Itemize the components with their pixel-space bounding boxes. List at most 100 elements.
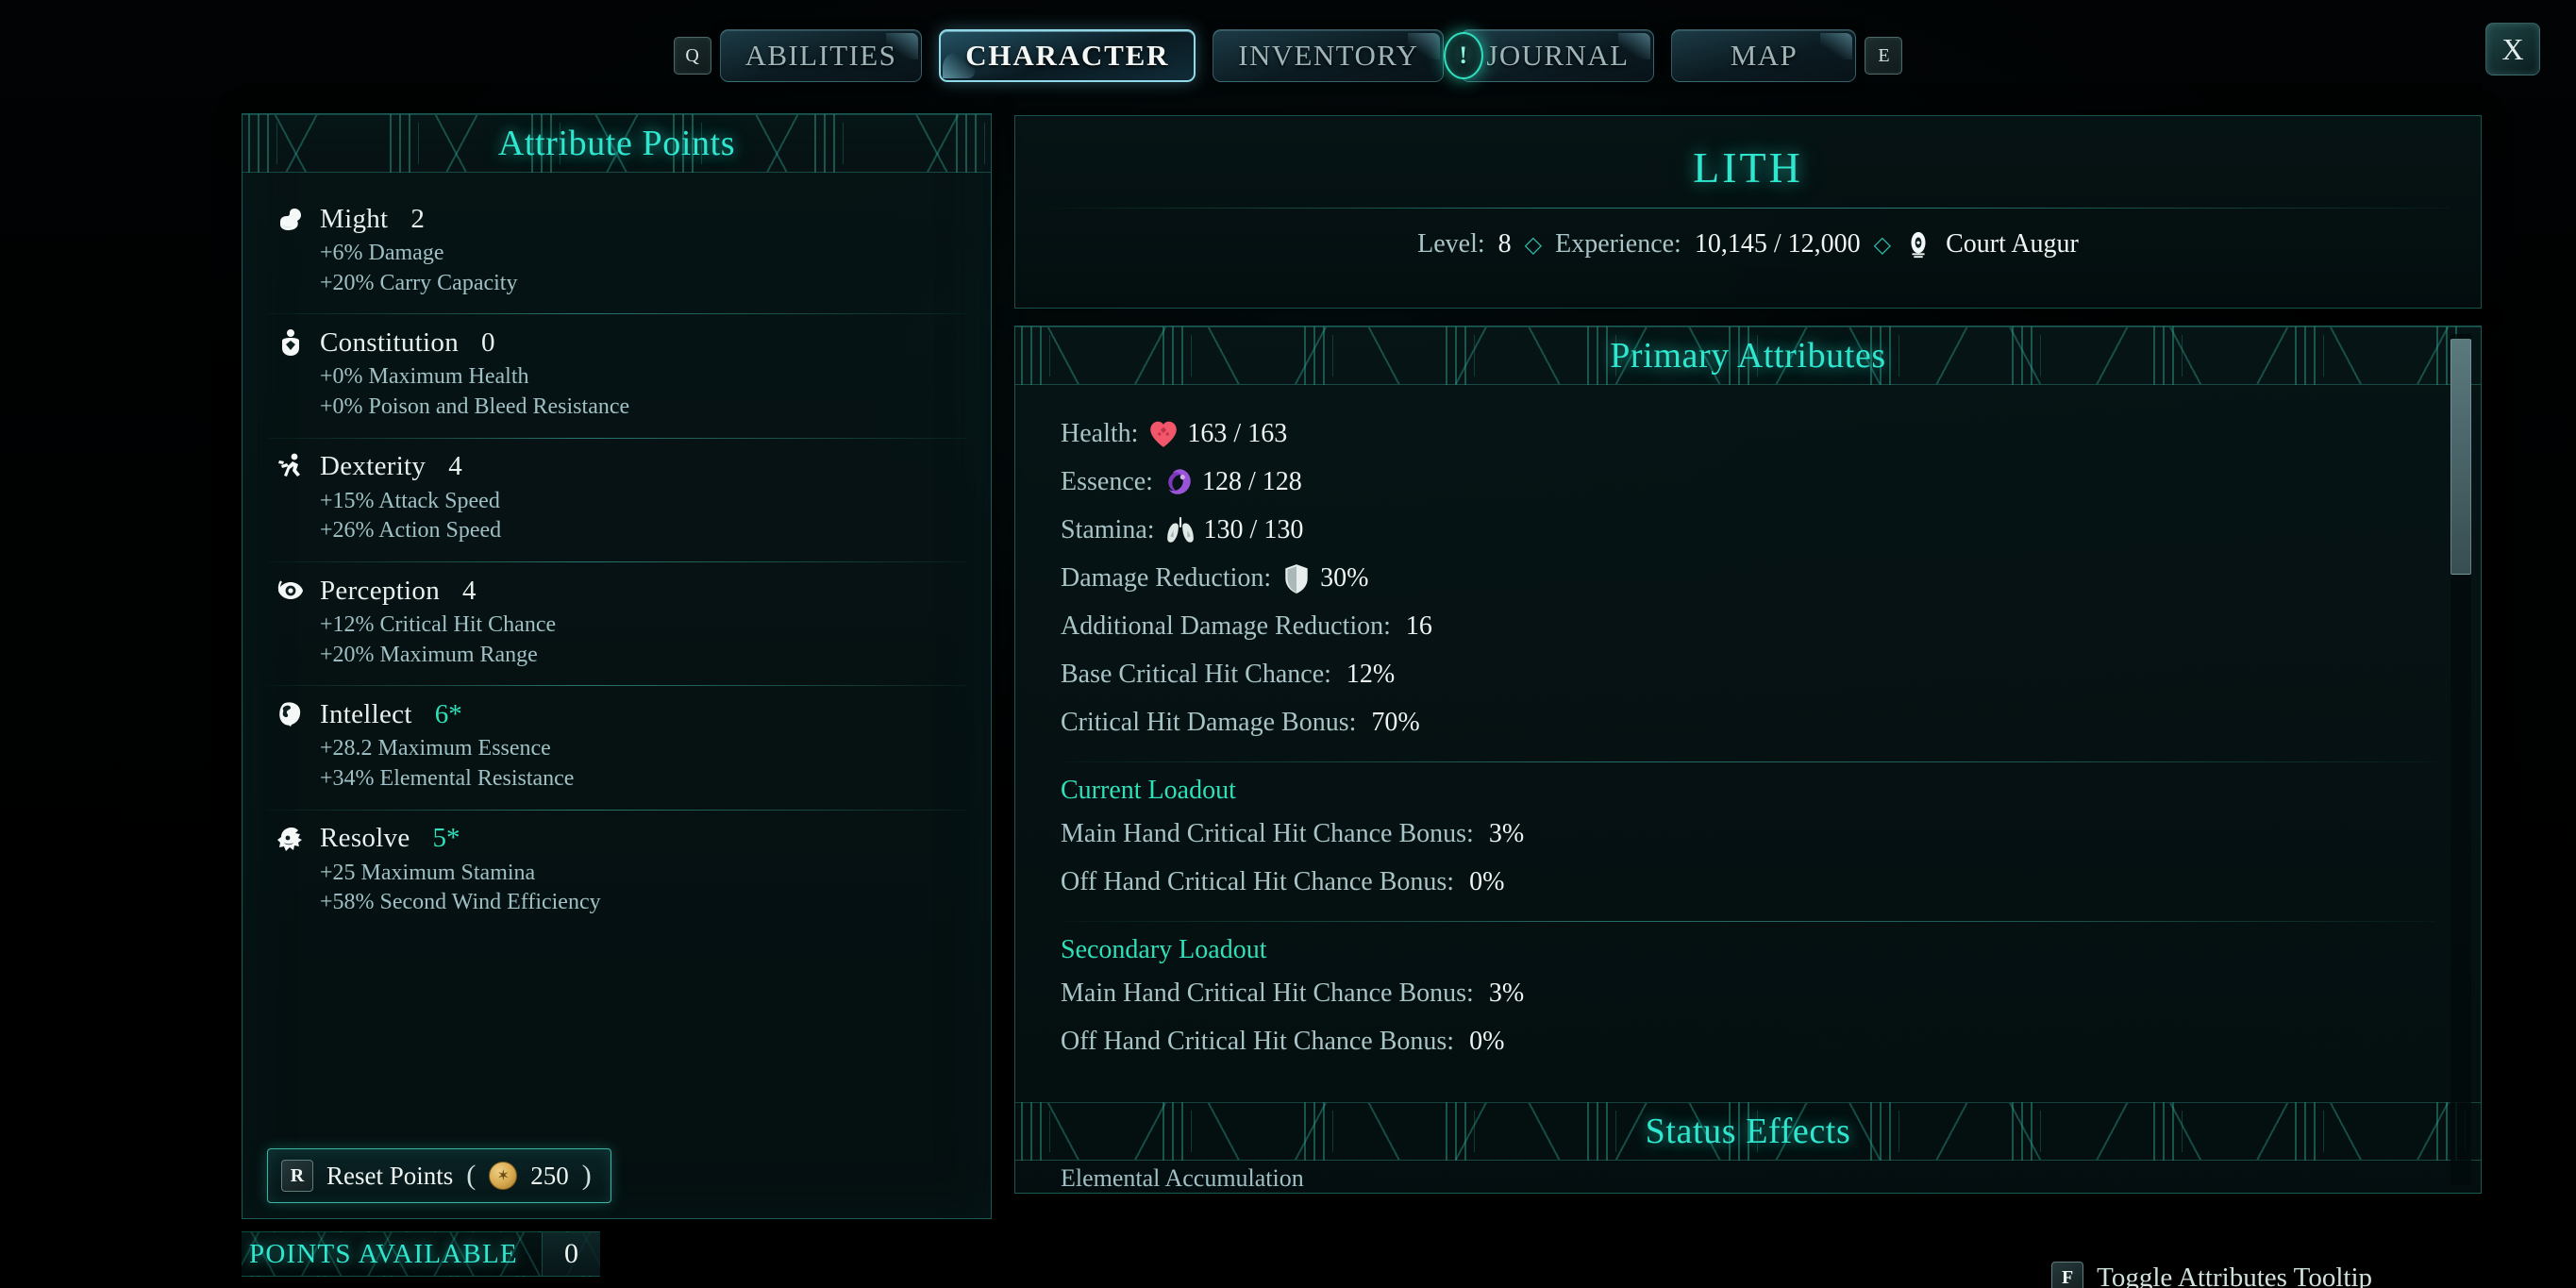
attribute-header: Intellect 6*	[275, 698, 959, 730]
stat-label: Off Hand Critical Hit Chance Bonus:	[1061, 1026, 1455, 1056]
attribute-bonus: +12% Critical Hit Chance	[320, 612, 557, 638]
attribute-value: 0	[481, 326, 495, 358]
attribute-bonus: +0% Maximum Health	[320, 364, 529, 390]
reset-points-button[interactable]: R Reset Points ( ✶ 250 )	[267, 1148, 611, 1203]
running-figure-icon	[275, 451, 307, 483]
attribute-panel-title: Attribute Points	[497, 124, 736, 163]
stat-label: Stamina:	[1061, 514, 1155, 544]
stat-value: 70%	[1371, 707, 1420, 737]
toggle-attributes-tooltip-hint[interactable]: F Toggle Attributes Tooltip	[2051, 1262, 2372, 1288]
diamond-separator-icon: ◇	[1524, 232, 1543, 258]
status-effects-header: Status Effects	[1015, 1102, 2481, 1161]
attribute-bonus: +34% Elemental Resistance	[320, 766, 575, 792]
attribute-row-resolve[interactable]: Resolve 5* +25 Maximum Stamina +58% Seco…	[243, 809, 991, 933]
stat-value: 0%	[1469, 1026, 1505, 1056]
scrollbar-thumb[interactable]	[2451, 339, 2471, 575]
tab-journal-label: JOURNAL	[1486, 39, 1630, 72]
attribute-header: Constitution 0	[275, 326, 959, 359]
attribute-bonus: +0% Poison and Bleed Resistance	[320, 394, 630, 420]
stat-value: 130 / 130	[1203, 514, 1304, 544]
tab-character[interactable]: CHARACTER	[939, 29, 1196, 82]
tab-journal[interactable]: ! JOURNAL	[1444, 29, 1655, 82]
attribute-bonus: +26% Action Speed	[320, 518, 502, 544]
points-available-label: POINTS AVAILABLE	[249, 1238, 518, 1269]
status-effects-clipped-row: Elemental Accumulation	[1061, 1164, 1304, 1192]
attribute-bonus: +25 Maximum Stamina	[320, 860, 536, 885]
attribute-header: Might 2	[275, 203, 959, 235]
stat-row-health: Health: 163 / 163	[1061, 410, 2435, 458]
attribute-name: Intellect	[320, 698, 412, 729]
diamond-separator-icon: ◇	[1873, 232, 1892, 258]
attribute-value: 4	[462, 575, 477, 606]
current-loadout-main-hand-row: Main Hand Critical Hit Chance Bonus: 3%	[1061, 810, 2435, 858]
keycap-e[interactable]: E	[1865, 37, 1903, 75]
gold-coin-icon: ✶	[489, 1162, 518, 1190]
attribute-panel-header: Attribute Points	[243, 114, 991, 173]
character-meta-row: Level: 8 ◇ Experience: 10,145 / 12,000 ◇…	[1015, 209, 2481, 259]
tab-abilities[interactable]: ABILITIES	[719, 29, 923, 82]
close-button[interactable]: X	[2485, 23, 2540, 75]
augur-eye-icon	[1904, 230, 1932, 259]
tab-inventory[interactable]: INVENTORY	[1213, 29, 1445, 82]
status-effects-title: Status Effects	[1645, 1112, 1851, 1151]
stat-label: Main Hand Critical Hit Chance Bonus:	[1061, 818, 1474, 848]
tab-map[interactable]: MAP	[1671, 29, 1857, 82]
attribute-value: 5*	[432, 823, 460, 854]
lungs-icon	[1164, 514, 1196, 546]
attribute-row-perception[interactable]: Perception 4 +12% Critical Hit Chance +2…	[243, 561, 991, 685]
stat-row-damage-reduction: Damage Reduction: 30%	[1061, 554, 2435, 602]
stat-label: Main Hand Critical Hit Chance Bonus:	[1061, 978, 1474, 1008]
attribute-row-dexterity[interactable]: Dexterity 4 +15% Attack Speed +26% Actio…	[243, 437, 991, 561]
character-name: LITH	[1693, 143, 1803, 192]
tab-character-label: CHARACTER	[965, 39, 1170, 72]
reset-points-label: Reset Points	[326, 1161, 454, 1190]
eye-icon	[275, 575, 307, 607]
attribute-row-intellect[interactable]: Intellect 6* +28.2 Maximum Essence +34% …	[243, 685, 991, 809]
section-divider	[1061, 761, 2435, 762]
stat-row-essence: Essence: 128 / 128	[1061, 458, 2435, 506]
attribute-header: Resolve 5*	[275, 823, 959, 855]
attribute-header: Dexterity 4	[275, 451, 959, 483]
points-available-bar: POINTS AVAILABLE 0	[242, 1231, 600, 1277]
attribute-row-might[interactable]: Might 2 +6% Damage +20% Carry Capacity	[243, 190, 991, 313]
character-header-panel: LITH Level: 8 ◇ Experience: 10,145 / 12,…	[1014, 115, 2482, 309]
close-paren: )	[581, 1160, 592, 1191]
stat-row-base-critical-hit-chance: Base Critical Hit Chance: 12%	[1061, 650, 2435, 698]
journal-notification-icon: !	[1444, 32, 1484, 79]
stat-value: 12%	[1346, 659, 1396, 689]
primary-attributes-title: Primary Attributes	[1610, 336, 1886, 376]
heart-torso-icon	[275, 326, 307, 359]
keycap-q[interactable]: Q	[673, 37, 711, 75]
points-available-value: 0	[542, 1232, 600, 1276]
stat-label: Additional Damage Reduction:	[1061, 611, 1391, 641]
toggle-attributes-tooltip-label: Toggle Attributes Tooltip	[2097, 1262, 2372, 1288]
experience-value: 10,145 / 12,000	[1694, 229, 1861, 259]
primary-attributes-panel: Primary Attributes Health: 163 / 163 Ess…	[1014, 326, 2482, 1194]
shield-icon	[1280, 562, 1313, 594]
reset-points-cost: 250	[530, 1161, 569, 1190]
primary-attributes-body: Health: 163 / 163 Essence: 128 / 128 Sta…	[1015, 385, 2481, 1065]
attribute-name: Perception	[320, 575, 441, 606]
stat-row-stamina: Stamina: 130 / 130	[1061, 506, 2435, 554]
stat-value: 0%	[1469, 866, 1505, 896]
attribute-bonus: +58% Second Wind Efficiency	[320, 890, 601, 915]
secondary-loadout-main-hand-row: Main Hand Critical Hit Chance Bonus: 3%	[1061, 969, 2435, 1017]
stat-label: Base Critical Hit Chance:	[1061, 659, 1331, 689]
attribute-name: Resolve	[320, 823, 410, 854]
character-title: Court Augur	[1946, 229, 2079, 259]
level-value: 8	[1497, 229, 1512, 259]
tab-corner-glow	[1820, 33, 1853, 59]
primary-attributes-scrollbar[interactable]	[2451, 334, 2471, 1185]
attribute-value: 6*	[434, 698, 462, 729]
section-divider	[1061, 921, 2435, 922]
heart-icon	[1147, 418, 1179, 450]
stat-label: Essence:	[1061, 466, 1153, 496]
resolve-head-icon	[275, 823, 307, 855]
attribute-bonus: +6% Damage	[320, 241, 444, 265]
attribute-row-constitution[interactable]: Constitution 0 +0% Maximum Health +0% Po…	[243, 313, 991, 437]
attribute-bonus: +20% Maximum Range	[320, 642, 538, 667]
current-loadout-title: Current Loadout	[1061, 776, 1236, 805]
stat-value: 16	[1405, 611, 1432, 641]
current-loadout-off-hand-row: Off Hand Critical Hit Chance Bonus: 0%	[1061, 858, 2435, 906]
secondary-loadout-off-hand-row: Off Hand Critical Hit Chance Bonus: 0%	[1061, 1017, 2435, 1065]
